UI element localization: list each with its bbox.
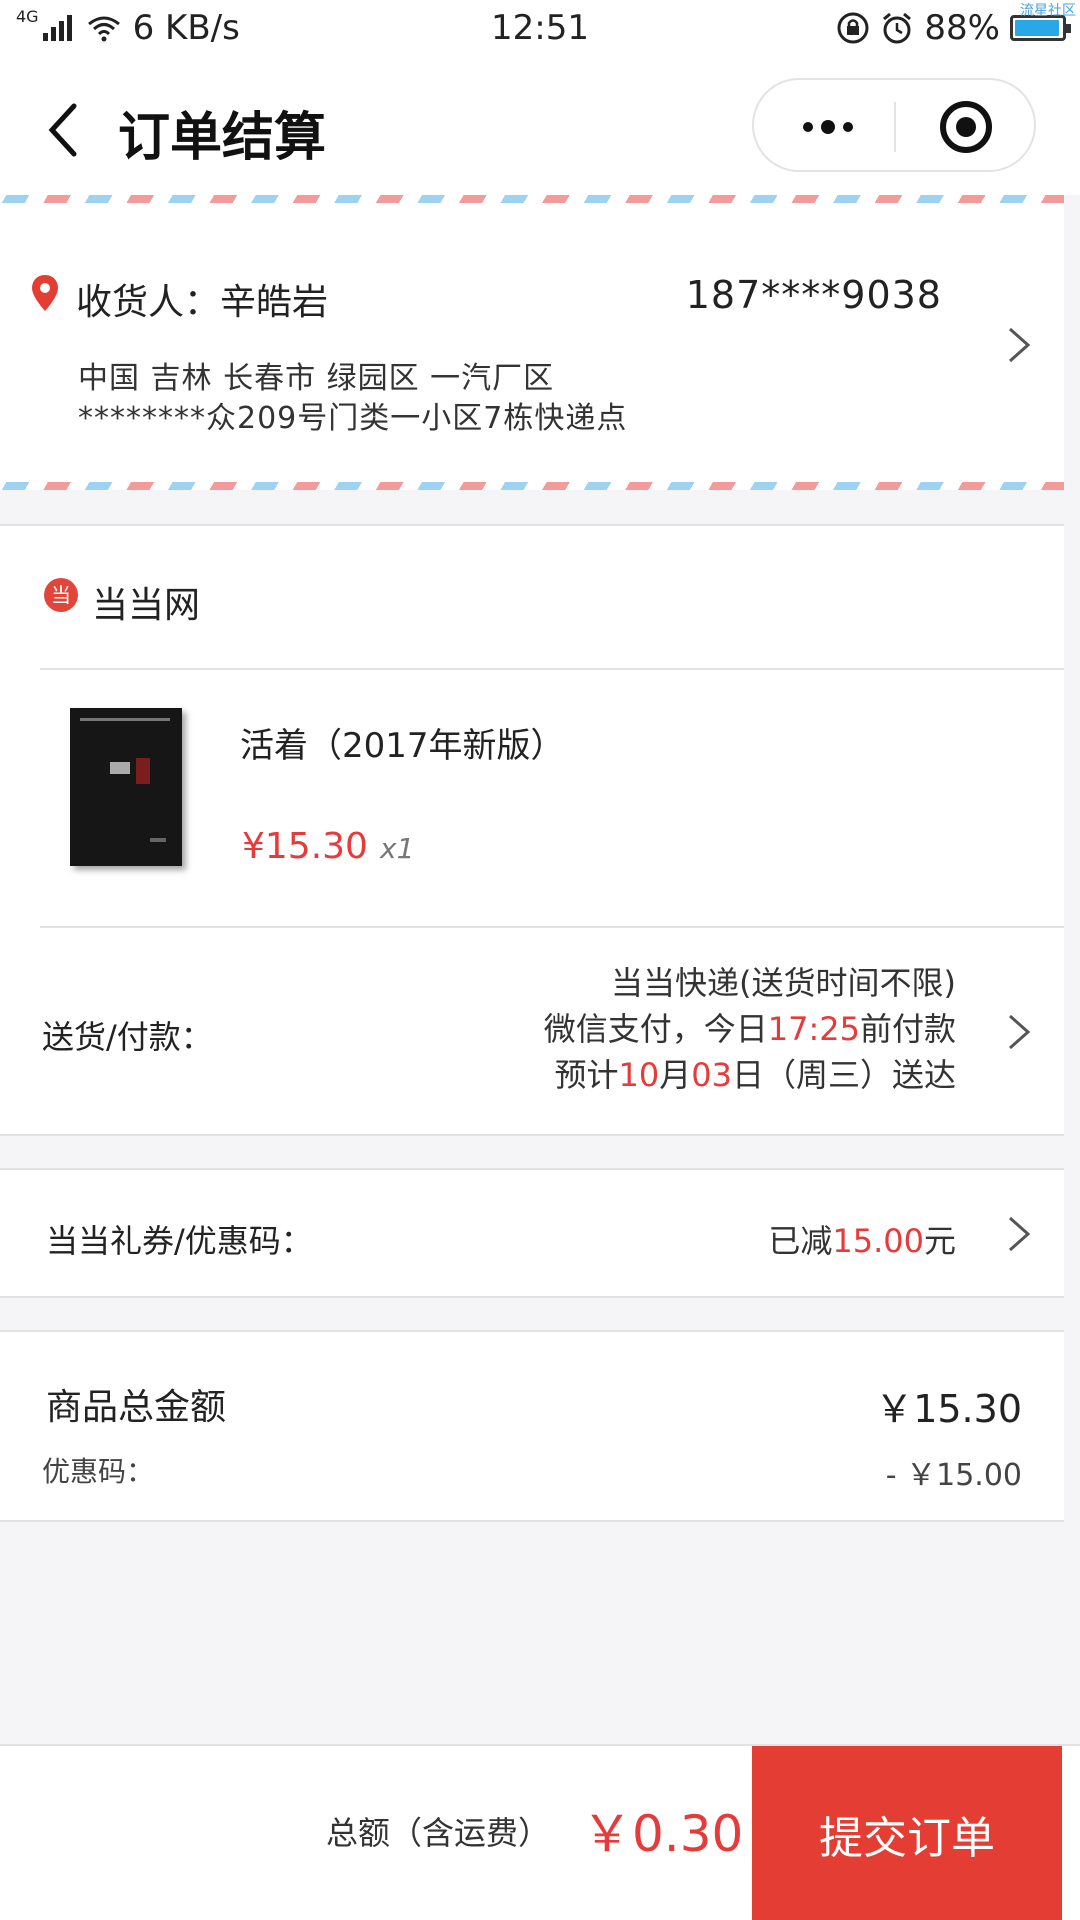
location-pin-icon: [32, 275, 58, 311]
product-image[interactable]: [70, 708, 182, 866]
payment-prefix: 微信支付，今日: [543, 1010, 768, 1048]
estimated-arrival: 预计10月03日（周三）送达: [544, 1052, 956, 1098]
delivery-label: 送货/付款：: [42, 1018, 213, 1056]
arrival-month-unit: 月: [659, 1056, 692, 1094]
payment-suffix: 前付款: [859, 1010, 956, 1048]
close-miniprogram-icon[interactable]: [938, 99, 994, 155]
shop-section: 当 当当网 活着（2017年新版） ¥15.30 x1 送货/付款： 当当快递(…: [0, 524, 1064, 1136]
recipient-name: 收货人：辛皓岩: [76, 282, 329, 323]
coupon-row[interactable]: 当当礼券/优惠码： 已减15.00元: [0, 1168, 1064, 1298]
watermark: 流星社区: [1020, 3, 1076, 19]
address-line-2: ********众209号门类一小区7栋快递点: [78, 401, 628, 436]
cover-red-mark: [136, 758, 150, 784]
back-icon[interactable]: [40, 100, 90, 160]
goods-total-label: 商品总金额: [46, 1387, 227, 1428]
alarm-icon: [883, 12, 912, 44]
chevron-right-icon: [1009, 1216, 1031, 1252]
address-line-1: 中国 吉林 长春市 绿园区 一汽厂区: [78, 361, 555, 396]
cover-publisher-mark: [150, 838, 166, 842]
payment-deadline: 微信支付，今日17:25前付款: [544, 1006, 956, 1052]
coupon-label: 当当礼券/优惠码：: [46, 1222, 313, 1260]
miniprogram-capsule: [752, 78, 1036, 172]
product-quantity: x1: [380, 832, 415, 865]
cover-title-mark: [110, 762, 130, 774]
arrival-day: 03: [691, 1056, 732, 1094]
coupon-amount: 15.00: [832, 1222, 924, 1260]
grand-total-label: 总额（含运费）: [326, 1814, 551, 1852]
payment-time: 17:25: [767, 1010, 860, 1048]
rotation-lock-icon: [837, 12, 869, 44]
totals-section: 商品总金额 ￥15.30 优惠码： - ￥15.00: [0, 1330, 1064, 1522]
arrival-suffix: 日（周三）送达: [731, 1056, 956, 1094]
discount-label: 优惠码：: [42, 1455, 155, 1488]
recipient-phone: 187****9038: [685, 273, 942, 317]
coupon-value: 已减15.00元: [768, 1216, 956, 1262]
divider: [40, 668, 1064, 670]
shop-name: 当当网: [92, 585, 201, 626]
page-title: 订单结算: [118, 108, 327, 168]
shop-logo-icon: 当: [44, 578, 78, 612]
battery-percent: 88%: [924, 8, 1000, 48]
address-card[interactable]: 收货人：辛皓岩 187****9038 中国 吉林 长春市 绿园区 一汽厂区 *…: [0, 195, 1064, 490]
coupon-prefix: 已减: [768, 1222, 833, 1260]
delivery-method: 当当快递(送货时间不限): [611, 964, 956, 1002]
arrival-month: 10: [618, 1056, 660, 1094]
airmail-border-bottom: [0, 482, 1064, 490]
chevron-right-icon: [1009, 327, 1031, 363]
grand-total-value: ￥0.30: [582, 1805, 744, 1863]
bottom-bar: 总额（含运费） ￥0.30 提交订单: [0, 1744, 1080, 1920]
goods-total-value: ￥15.30: [875, 1387, 1022, 1431]
product-price: ¥15.30: [242, 826, 368, 867]
chevron-right-icon: [1009, 1014, 1031, 1050]
capsule-divider: [894, 102, 896, 152]
discount-value: - ￥15.00: [885, 1458, 1022, 1493]
submit-order-button[interactable]: 提交订单: [752, 1746, 1062, 1920]
delivery-info[interactable]: 当当快递(送货时间不限) 微信支付，今日17:25前付款 预计10月03日（周三…: [544, 960, 956, 1098]
nav-bar: 订单结算: [0, 60, 1080, 195]
airmail-border-top: [0, 195, 1064, 203]
status-bar: 4G 6 KB/s 12:51 88% 流星社区: [0, 0, 1080, 60]
divider: [40, 926, 1064, 928]
battery-fill: [1015, 20, 1059, 36]
coupon-suffix: 元: [923, 1222, 956, 1260]
more-icon[interactable]: [796, 100, 860, 154]
product-title[interactable]: 活着（2017年新版）: [240, 718, 565, 767]
arrival-prefix: 预计: [554, 1056, 619, 1094]
cover-stripe: [80, 718, 170, 721]
